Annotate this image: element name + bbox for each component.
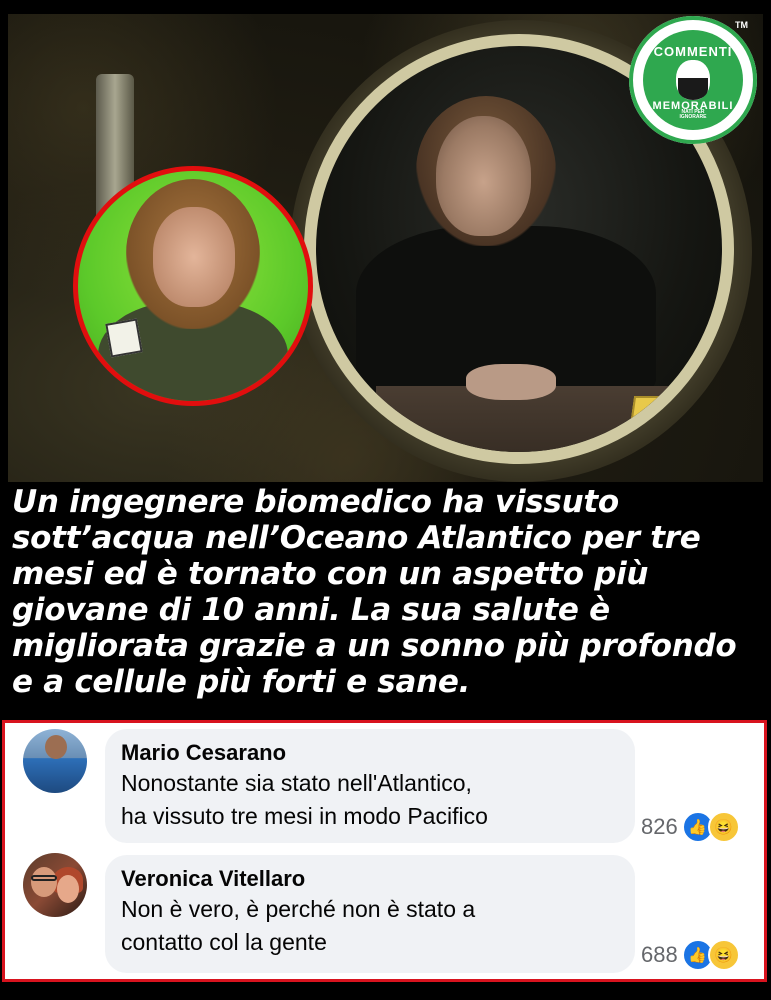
comment-bubble: Mario Cesarano Nonostante sia stato nell… [105, 729, 635, 843]
comment-bubble: Veronica Vitellaro Non è vero, è perché … [105, 855, 635, 973]
reactions-count: 826 [641, 814, 678, 839]
haha-icon: 😆 [707, 811, 740, 843]
inset-portrait [73, 166, 313, 406]
reactions[interactable]: 826 👍 😆 [641, 811, 740, 843]
person-hands [466, 364, 556, 400]
avatar-face [57, 875, 79, 903]
comment-author[interactable]: Mario Cesarano [121, 739, 619, 767]
comment-author[interactable]: Veronica Vitellaro [121, 865, 619, 893]
comment-line: Non è vero, è perché non è stato a [121, 896, 476, 922]
haha-icon: 😆 [707, 939, 740, 971]
person-head [436, 116, 531, 236]
comments-panel: Mario Cesarano Nonostante sia stato nell… [2, 720, 767, 982]
inset-face [153, 207, 235, 307]
commenti-memorabili-logo: COMMENTI NATI PER IGNORARE MEMORABILI [629, 16, 757, 144]
logo-badge: COMMENTI NATI PER IGNORARE MEMORABILI [643, 30, 743, 130]
inset-patch [105, 318, 143, 358]
yellow-book [627, 396, 709, 442]
logo-beard-icon [678, 78, 708, 100]
avatar-head [45, 735, 67, 759]
logo-bottom-text: MEMORABILI [652, 100, 734, 112]
glasses-icon [31, 875, 57, 881]
headline-text: Un ingegnere biomedico ha vissuto sott’a… [12, 484, 737, 700]
logo-top-text: COMMENTI [653, 44, 733, 59]
comment-line: ha vissuto tre mesi in modo Pacifico [121, 803, 488, 829]
avatar-face [31, 867, 57, 897]
comment-line: Nonostante sia stato nell'Atlantico, [121, 770, 472, 796]
reactions[interactable]: 688 👍 😆 [641, 939, 740, 971]
meme-post: COMMENTI NATI PER IGNORARE MEMORABILI TM… [0, 0, 771, 1000]
reactions-count: 688 [641, 942, 678, 967]
avatar[interactable] [23, 853, 87, 917]
avatar[interactable] [23, 729, 87, 793]
comment-line: contatto col la gente [121, 929, 327, 955]
trademark-symbol: TM [735, 20, 748, 30]
